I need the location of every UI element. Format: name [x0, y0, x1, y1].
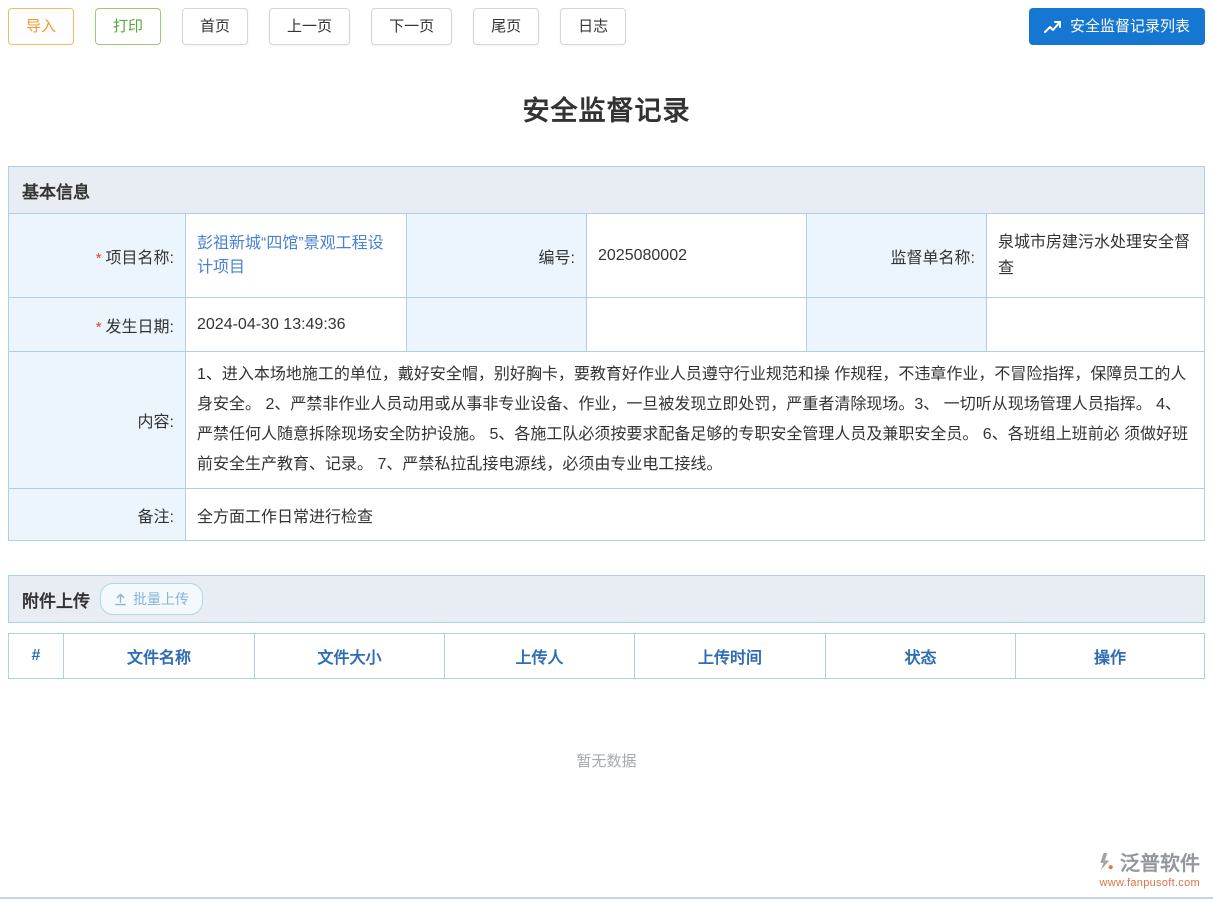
- supervision-name-value: 泉城市房建污水处理安全督查: [987, 214, 1205, 298]
- required-marker: *: [96, 319, 102, 336]
- content-value: 1、进入本场地施工的单位，戴好安全帽，别好胸卡，要教育好作业人员遵守行业规范和操…: [186, 352, 1205, 489]
- print-button[interactable]: 打印: [95, 8, 161, 45]
- col-header-status: 状态: [826, 634, 1016, 679]
- page-title: 安全监督记录: [8, 89, 1205, 128]
- safety-supervision-record-page: 导入 打印 首页 上一页 下一页 尾页 日志 安全监督记录列表 安全监督记录 基…: [0, 0, 1213, 903]
- attachments-table: # 文件名称 文件大小 上传人 上传时间 状态 操作: [8, 633, 1205, 679]
- empty-label-cell: [807, 298, 987, 352]
- project-name-link[interactable]: 彭祖新城“四馆”景观工程设计项目: [197, 232, 395, 280]
- record-list-button[interactable]: 安全监督记录列表: [1029, 8, 1205, 45]
- number-value: 2025080002: [587, 214, 807, 298]
- table-row: 内容: 1、进入本场地施工的单位，戴好安全帽，别好胸卡，要教育好作业人员遵守行业…: [9, 352, 1205, 489]
- basic-info-section: 基本信息 *项目名称: 彭祖新城“四馆”景观工程设计项目 编号: 2025080…: [8, 166, 1205, 541]
- empty-label-cell: [407, 298, 587, 352]
- log-button[interactable]: 日志: [560, 8, 626, 45]
- number-label: 编号:: [407, 214, 587, 298]
- table-row: 备注: 全方面工作日常进行检查: [9, 489, 1205, 541]
- basic-info-table: *项目名称: 彭祖新城“四馆”景观工程设计项目 编号: 2025080002 监…: [8, 213, 1205, 541]
- remark-value: 全方面工作日常进行检查: [186, 489, 1205, 541]
- upload-icon: [114, 593, 127, 606]
- col-header-upload-time: 上传时间: [635, 634, 826, 679]
- footer-brand-row: 泛普软件: [1096, 847, 1200, 876]
- attachments-title: 附件上传: [22, 587, 90, 612]
- toolbar: 导入 打印 首页 上一页 下一页 尾页 日志 安全监督记录列表: [8, 8, 1205, 45]
- empty-value-cell: [587, 298, 807, 352]
- occur-date-label-text: 发生日期:: [106, 319, 174, 336]
- col-header-file-name: 文件名称: [64, 634, 255, 679]
- remark-label: 备注:: [9, 489, 186, 541]
- attachments-header: 附件上传 批量上传: [8, 575, 1205, 623]
- col-header-file-size: 文件大小: [255, 634, 445, 679]
- footer-brand-name: 泛普软件: [1120, 847, 1200, 876]
- basic-info-header: 基本信息: [8, 166, 1205, 214]
- project-name-label: *项目名称:: [9, 214, 186, 298]
- occur-date-value: 2024-04-30 13:49:36: [186, 298, 407, 352]
- footer-brand: 泛普软件 www.fanpusoft.com: [1096, 847, 1200, 889]
- col-header-index: #: [9, 634, 64, 679]
- footer-brand-site: www.fanpusoft.com: [1096, 877, 1200, 889]
- basic-info-title: 基本信息: [22, 178, 90, 203]
- attachments-header-row: # 文件名称 文件大小 上传人 上传时间 状态 操作: [9, 634, 1205, 679]
- table-row: *发生日期: 2024-04-30 13:49:36: [9, 298, 1205, 352]
- required-marker: *: [96, 250, 102, 267]
- empty-state-text: 暂无数据: [8, 679, 1205, 841]
- empty-value-cell: [987, 298, 1205, 352]
- batch-upload-label: 批量上传: [133, 589, 189, 609]
- project-name-cell: 彭祖新城“四馆”景观工程设计项目: [186, 214, 407, 298]
- record-list-button-label: 安全监督记录列表: [1070, 19, 1190, 34]
- last-page-button[interactable]: 尾页: [473, 8, 539, 45]
- project-name-label-text: 项目名称:: [106, 250, 174, 267]
- supervision-name-text: 泉城市房建污水处理安全督查: [998, 230, 1193, 282]
- prev-page-button[interactable]: 上一页: [269, 8, 350, 45]
- col-header-actions: 操作: [1016, 634, 1205, 679]
- first-page-button[interactable]: 首页: [182, 8, 248, 45]
- import-button[interactable]: 导入: [8, 8, 74, 45]
- table-row: *项目名称: 彭祖新城“四馆”景观工程设计项目 编号: 2025080002 监…: [9, 214, 1205, 298]
- page-bottom-divider: [0, 897, 1213, 899]
- content-label: 内容:: [9, 352, 186, 489]
- attachments-section: 附件上传 批量上传 # 文件名称: [8, 575, 1205, 841]
- supervision-name-label: 监督单名称:: [807, 214, 987, 298]
- next-page-button[interactable]: 下一页: [371, 8, 452, 45]
- col-header-uploader: 上传人: [445, 634, 635, 679]
- occur-date-label: *发生日期:: [9, 298, 186, 352]
- trend-chart-icon: [1044, 20, 1062, 34]
- batch-upload-button[interactable]: 批量上传: [100, 583, 203, 615]
- fanpu-logo-icon: [1096, 852, 1115, 871]
